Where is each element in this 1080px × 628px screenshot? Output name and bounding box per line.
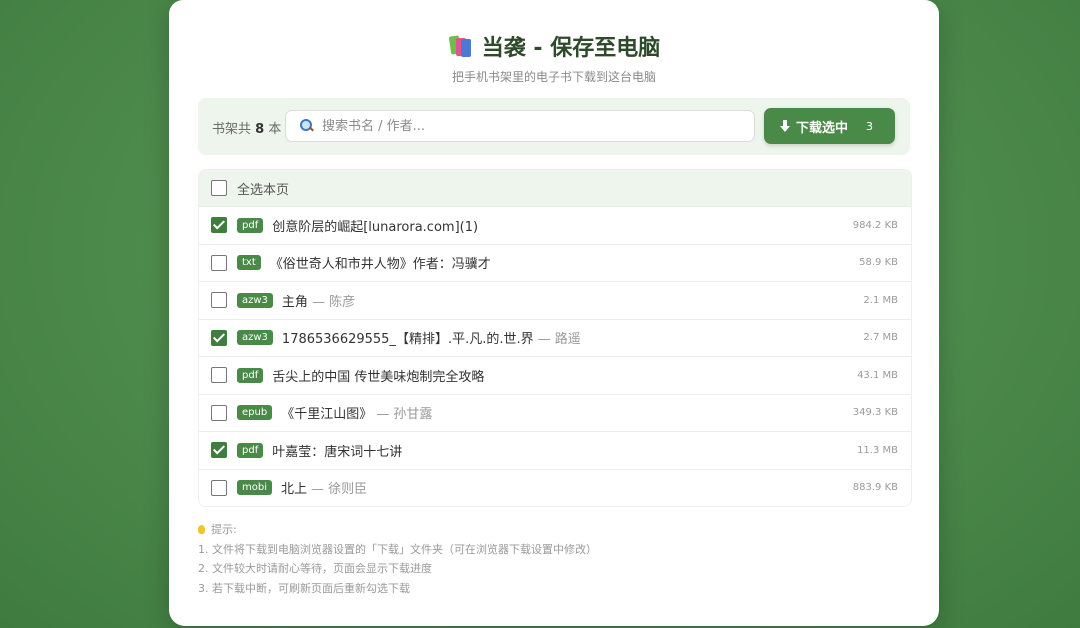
format-badge: pdf <box>237 367 264 383</box>
format-badge: mobi <box>237 480 272 496</box>
book-author: — 孙甘露 <box>376 407 433 423</box>
count-suffix: 本 <box>268 122 282 137</box>
format-badge: txt <box>237 255 261 271</box>
header: 当袭 - 保存至电脑 把手机书架里的电子书下载到这台电脑 <box>169 0 939 85</box>
book-checkbox[interactable] <box>211 217 227 234</box>
select-all-checkbox[interactable] <box>211 180 227 196</box>
tips-title: 提示: <box>211 523 237 536</box>
book-checkbox[interactable] <box>211 292 227 309</box>
book-row[interactable]: pdf 舌尖上的中国 传世美味炮制完全攻略 43.1 MB <box>199 357 911 395</box>
book-checkbox[interactable] <box>211 254 227 271</box>
file-size: 883.9 KB <box>852 482 898 494</box>
format-badge: pdf <box>237 217 264 233</box>
book-row[interactable]: epub 《千里江山图》 — 孙甘露 349.3 KB <box>199 394 911 432</box>
count-prefix: 书架共 <box>212 122 252 137</box>
search-icon <box>300 119 314 133</box>
book-row[interactable]: azw3 主角 — 陈彦 2.1 MB <box>199 282 911 320</box>
book-checkbox[interactable] <box>211 442 227 459</box>
file-size: 11.3 MB <box>857 444 898 456</box>
book-checkbox[interactable] <box>211 367 227 384</box>
book-author: — 陈彦 <box>311 294 356 310</box>
book-row[interactable]: mobi 北上 — 徐则臣 883.9 KB <box>199 469 911 506</box>
book-title: 创意阶层的崛起[lunarora.com](1) <box>272 219 479 235</box>
bookshelf-count: 书架共 8 本 <box>212 118 281 137</box>
book-row[interactable]: pdf 叶嘉莹：唐宋词十七讲 11.3 MB <box>199 432 911 470</box>
download-arrow-icon <box>780 120 790 132</box>
format-badge: epub <box>237 405 273 421</box>
book-title: 主角 <box>281 294 308 310</box>
format-badge: azw3 <box>237 330 273 346</box>
tip-item: 1. 文件将下载到电脑浏览器设置的「下载」文件夹（可在浏览器下载设置中修改） <box>198 542 597 556</box>
tip-item: 3. 若下载中断，可刷新页面后重新勾选下载 <box>198 581 410 595</box>
page-title-text: 当袭 - 保存至电脑 <box>481 36 661 61</box>
book-title: 舌尖上的中国 传世美味炮制完全攻略 <box>272 369 485 385</box>
file-size: 984.2 KB <box>852 219 898 231</box>
format-badge: azw3 <box>237 292 273 308</box>
book-title: 北上 <box>281 482 308 498</box>
file-size: 58.9 KB <box>859 257 898 269</box>
download-label: 下载选中 <box>796 120 849 136</box>
page-title: 当袭 - 保存至电脑 <box>448 30 660 62</box>
book-row[interactable]: azw3 1786536629555_【精排】.平.凡.的.世.界 — 路遥 2.7 … <box>199 319 911 357</box>
file-size: 2.7 MB <box>863 332 898 344</box>
book-list: 全选本页 pdf 创意阶层的崛起[lunarora.com](1) 984.2 KB… <box>198 169 912 507</box>
file-size: 43.1 MB <box>857 369 898 381</box>
book-title: 1786536629555_【精排】.平.凡.的.世.界 <box>281 332 534 348</box>
book-author: — 路遥 <box>537 332 581 348</box>
tip-item: 2. 文件较大时请耐心等待，页面会显示下载进度 <box>198 562 432 575</box>
book-row[interactable]: txt 《俗世奇人和市井人物》作者：冯骥才 58.9 KB <box>199 244 911 282</box>
book-title: 《千里江山图》 <box>281 407 373 423</box>
file-size: 2.1 MB <box>863 294 898 306</box>
book-author: — 徐则臣 <box>311 482 368 498</box>
search-box[interactable] <box>285 110 755 142</box>
lightbulb-icon <box>198 524 205 534</box>
page-subtitle: 把手机书架里的电子书下载到这台电脑 <box>451 70 656 84</box>
books-icon <box>448 34 474 58</box>
book-checkbox[interactable] <box>211 479 227 496</box>
book-row[interactable]: pdf 创意阶层的崛起[lunarora.com](1) 984.2 KB <box>199 207 911 245</box>
download-selected-button[interactable]: 下载选中 3 <box>764 108 895 144</box>
selected-count: 3 <box>866 119 874 133</box>
count-value: 8 <box>255 122 265 137</box>
main-card: 当袭 - 保存至电脑 把手机书架里的电子书下载到这台电脑 书架共 8 本 下载选… <box>169 0 939 626</box>
book-title: 叶嘉莹：唐宋词十七讲 <box>272 444 403 460</box>
file-size: 349.3 KB <box>852 407 898 419</box>
book-checkbox[interactable] <box>211 404 227 421</box>
toolbar: 书架共 8 本 下载选中 3 <box>198 98 910 155</box>
format-badge: pdf <box>237 442 264 458</box>
book-checkbox[interactable] <box>211 329 227 346</box>
select-all-label: 全选本页 <box>237 182 290 198</box>
search-input[interactable] <box>320 117 744 135</box>
tips: 提示: 1. 文件将下载到电脑浏览器设置的「下载」文件夹（可在浏览器下载设置中修… <box>198 520 597 598</box>
book-title: 《俗世奇人和市井人物》作者：冯骥才 <box>269 257 491 273</box>
list-header: 全选本页 <box>199 170 911 207</box>
